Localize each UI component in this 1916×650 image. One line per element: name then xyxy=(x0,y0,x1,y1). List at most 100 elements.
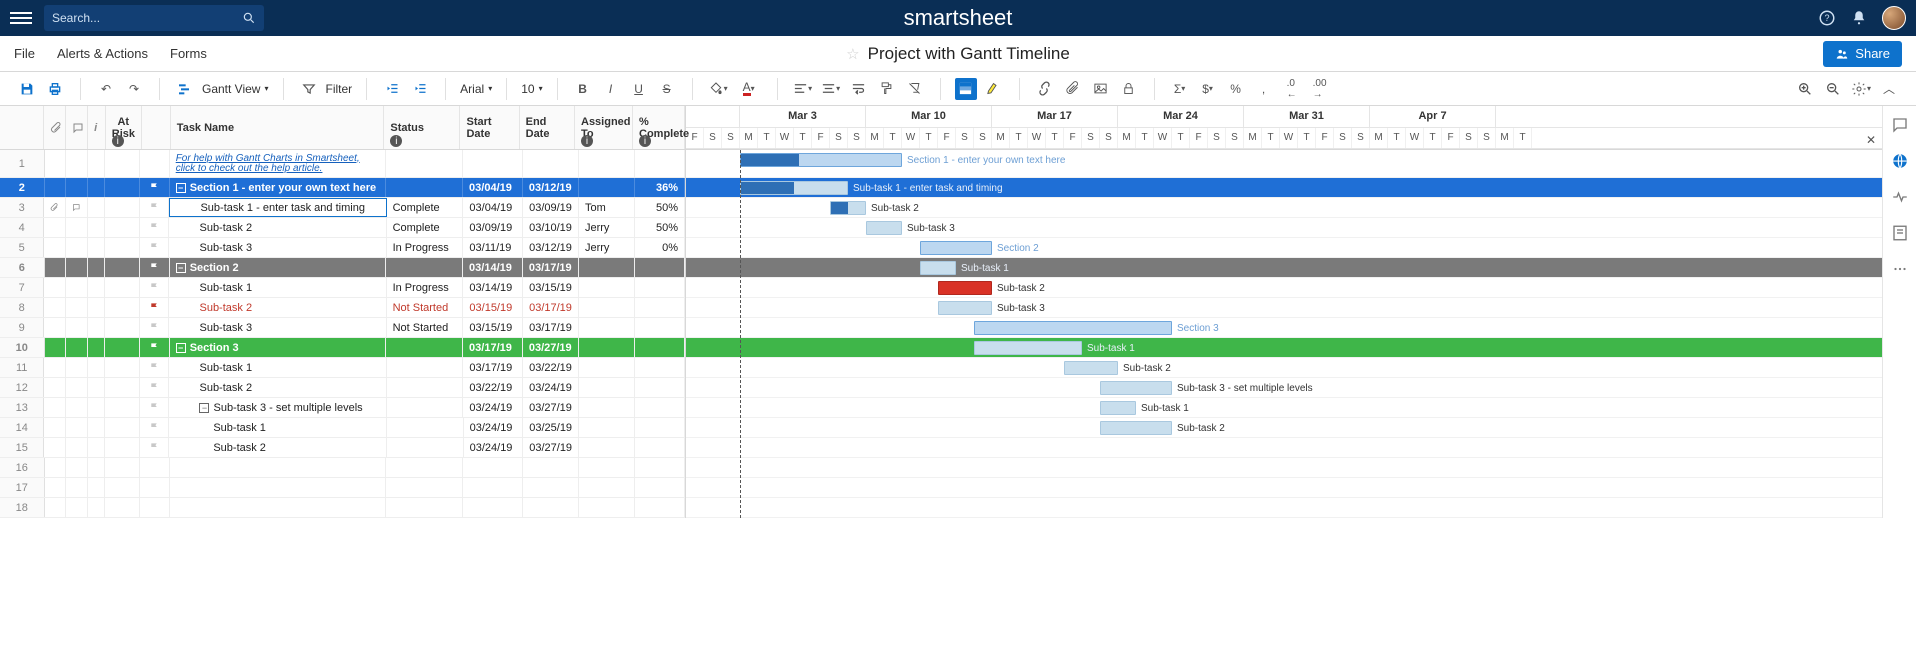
indent-icon[interactable] xyxy=(409,78,431,100)
grid-row[interactable]: 12Sub-task 203/22/1903/24/19 xyxy=(0,378,685,398)
gantt-row[interactable] xyxy=(686,498,1882,518)
cell-task[interactable]: Sub-task 3 xyxy=(169,238,386,257)
filter-button[interactable]: Filter xyxy=(326,82,353,96)
cell-end[interactable]: 03/27/19 xyxy=(523,438,579,457)
cell-risk[interactable] xyxy=(105,438,140,457)
gantt-bar[interactable]: Sub-task 1 - enter task and timing xyxy=(740,181,848,195)
cell-attach[interactable] xyxy=(44,198,66,217)
cell-assign[interactable] xyxy=(579,318,635,337)
cell-assign[interactable] xyxy=(579,338,635,357)
row-number[interactable]: 10 xyxy=(0,338,45,357)
flag-icon[interactable] xyxy=(140,150,169,177)
cell-complete[interactable]: 0% xyxy=(635,238,685,257)
gantt-row[interactable]: Section 2 xyxy=(686,238,1882,258)
cell-risk[interactable] xyxy=(105,278,140,297)
share-button[interactable]: Share xyxy=(1823,41,1902,67)
cell-task[interactable] xyxy=(170,458,386,477)
cell-complete[interactable] xyxy=(635,258,685,277)
settings-icon[interactable]: ▾ xyxy=(1850,78,1872,100)
cell-discussion[interactable] xyxy=(66,358,88,377)
gantt-row[interactable]: Sub-task 3 xyxy=(686,298,1882,318)
cell-start[interactable]: 03/04/19 xyxy=(463,198,523,217)
flag-icon[interactable] xyxy=(140,398,169,417)
gantt-bar[interactable]: Sub-task 1 xyxy=(974,341,1082,355)
cell-assign[interactable] xyxy=(579,478,635,497)
cell-complete[interactable] xyxy=(635,338,685,357)
cell-attach[interactable] xyxy=(44,278,66,297)
cell-assign[interactable] xyxy=(579,358,635,377)
grid-row[interactable]: 4Sub-task 2Complete03/09/1903/10/19Jerry… xyxy=(0,218,685,238)
col-end-date[interactable]: End Date xyxy=(520,106,575,149)
link-icon[interactable] xyxy=(1034,78,1056,100)
flag-icon[interactable] xyxy=(140,378,169,397)
cell-start[interactable]: 03/22/19 xyxy=(463,378,523,397)
cell-status[interactable]: In Progress xyxy=(387,238,464,257)
row-number[interactable]: 7 xyxy=(0,278,44,297)
cell-complete[interactable] xyxy=(635,478,685,497)
row-number[interactable]: 12 xyxy=(0,378,44,397)
cell-end[interactable]: 03/22/19 xyxy=(523,358,579,377)
col-attachments[interactable] xyxy=(44,106,66,149)
gantt-row[interactable]: Sub-task 2 xyxy=(686,358,1882,378)
cell-task[interactable]: −Section 2 xyxy=(170,258,386,277)
cell-discussion[interactable] xyxy=(66,498,88,517)
cell-end[interactable]: 03/12/19 xyxy=(523,178,579,197)
cell-complete[interactable] xyxy=(635,150,685,177)
cell-risk[interactable] xyxy=(105,298,140,317)
grid-row[interactable]: 13−Sub-task 3 - set multiple levels03/24… xyxy=(0,398,685,418)
cell-start[interactable]: 03/15/19 xyxy=(463,298,523,317)
more-icon[interactable] xyxy=(1891,260,1909,278)
cell-end[interactable]: 03/09/19 xyxy=(523,198,579,217)
gantt-icon[interactable] xyxy=(174,78,196,100)
zoom-in-icon[interactable] xyxy=(1794,78,1816,100)
gantt-bar[interactable]: Sub-task 2 xyxy=(830,201,866,215)
lock-icon[interactable] xyxy=(1118,78,1140,100)
grid-row[interactable]: 6−Section 203/14/1903/17/19 xyxy=(0,258,685,278)
gantt-bar[interactable]: Sub-task 3 xyxy=(938,301,992,315)
gantt-bar[interactable]: Sub-task 2 xyxy=(1100,421,1172,435)
cell-status[interactable]: Not Started xyxy=(387,318,464,337)
row-number[interactable]: 11 xyxy=(0,358,44,377)
gantt-row[interactable] xyxy=(686,458,1882,478)
align-vertical-icon[interactable]: ▾ xyxy=(820,78,842,100)
save-icon[interactable] xyxy=(16,78,38,100)
help-icon[interactable]: ? xyxy=(1818,9,1836,27)
gantt-body[interactable]: Section 1 - enter your own text hereSub-… xyxy=(686,150,1882,518)
gantt-bar[interactable]: Sub-task 1 xyxy=(920,261,956,275)
cell-end[interactable] xyxy=(523,478,579,497)
menu-forms[interactable]: Forms xyxy=(170,46,207,61)
cell-task[interactable]: −Section 1 - enter your own text here xyxy=(170,178,386,197)
cell-status[interactable] xyxy=(386,478,463,497)
cell-task[interactable]: For help with Gantt Charts in Smartsheet… xyxy=(170,150,386,177)
cell-attach[interactable] xyxy=(45,258,67,277)
collapse-icon[interactable]: − xyxy=(199,403,209,413)
cell-attach[interactable] xyxy=(45,498,67,517)
cell-risk[interactable] xyxy=(105,318,140,337)
cell-discussion[interactable] xyxy=(66,178,88,197)
cell-status[interactable]: Complete xyxy=(387,218,464,237)
row-number[interactable]: 8 xyxy=(0,298,44,317)
user-avatar[interactable] xyxy=(1882,6,1906,30)
flag-icon[interactable] xyxy=(140,198,169,217)
cell-task[interactable] xyxy=(170,478,386,497)
cell-task[interactable]: Sub-task 2 xyxy=(169,218,386,237)
gantt-bar[interactable]: Sub-task 2 xyxy=(1064,361,1118,375)
cell-risk[interactable] xyxy=(105,498,140,517)
gantt-row[interactable]: Sub-task 3 xyxy=(686,218,1882,238)
cell-task[interactable]: Sub-task 2 xyxy=(169,298,386,317)
decimal-increase-icon[interactable]: .00→ xyxy=(1309,78,1331,100)
cell-assign[interactable] xyxy=(579,418,635,437)
col-assigned[interactable]: Assigned Toi xyxy=(575,106,633,149)
font-selector[interactable]: Arial▾ xyxy=(460,82,492,96)
cell-end[interactable]: 03/15/19 xyxy=(523,278,579,297)
sum-icon[interactable]: Σ▾ xyxy=(1169,78,1191,100)
flag-icon[interactable] xyxy=(140,318,169,337)
cell-discussion[interactable] xyxy=(66,338,88,357)
cell-attach[interactable] xyxy=(45,478,67,497)
flag-icon[interactable] xyxy=(140,278,169,297)
cell-status[interactable] xyxy=(386,338,463,357)
row-number[interactable]: 1 xyxy=(0,150,45,177)
cell-assign[interactable] xyxy=(579,378,635,397)
menu-alerts[interactable]: Alerts & Actions xyxy=(57,46,148,61)
cell-status[interactable] xyxy=(387,378,464,397)
